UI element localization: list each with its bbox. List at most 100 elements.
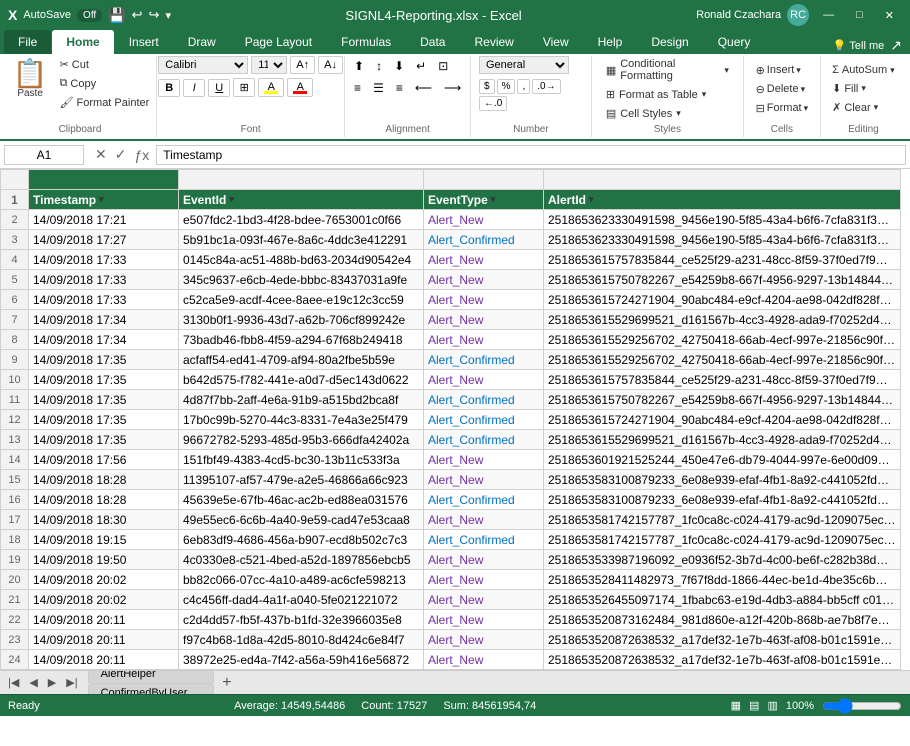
timestamp-cell[interactable]: 14/09/2018 17:27: [29, 230, 179, 250]
alertid-cell[interactable]: 2518653615529256702_42750418-66ab-4ecf-9…: [544, 350, 901, 370]
close-button[interactable]: ✕: [877, 7, 902, 24]
increase-indent-button[interactable]: ⟶: [439, 78, 466, 98]
number-format-select[interactable]: General: [479, 56, 569, 74]
eventid-cell[interactable]: 96672782-5293-485d-95b3-666dfa42402a: [179, 430, 424, 450]
alertid-filter-button[interactable]: ▾: [589, 194, 594, 205]
eventid-cell[interactable]: acfaff54-ed41-4709-af94-80a2fbe5b59e: [179, 350, 424, 370]
new-sheet-button[interactable]: +: [216, 674, 237, 692]
eventtype-cell[interactable]: Alert_New: [424, 450, 544, 470]
maximize-button[interactable]: □: [848, 7, 871, 23]
font-family-select[interactable]: Calibri: [158, 56, 248, 74]
timestamp-cell[interactable]: 14/09/2018 17:35: [29, 370, 179, 390]
timestamp-cell[interactable]: 14/09/2018 18:28: [29, 490, 179, 510]
eventid-cell[interactable]: 4d87f7bb-2aff-4e6a-91b9-a515bd2bca8f: [179, 390, 424, 410]
eventtype-cell[interactable]: Alert_New: [424, 310, 544, 330]
alertid-cell[interactable]: 2518653533987196092_e0936f52-3b7d-4c00-b…: [544, 550, 901, 570]
confirm-formula-button[interactable]: ✓: [112, 146, 130, 163]
decrease-font-button[interactable]: A↓: [318, 56, 343, 74]
border-button[interactable]: ⊞: [233, 78, 255, 97]
undo-icon[interactable]: ↩: [132, 7, 143, 23]
align-right-button[interactable]: ≡: [391, 78, 408, 98]
cell-reference-input[interactable]: [4, 145, 84, 165]
timestamp-cell[interactable]: 14/09/2018 17:33: [29, 270, 179, 290]
header-eventid[interactable]: EventId▾: [179, 190, 424, 210]
eventid-cell[interactable]: 4c0330e8-c521-4bed-a52d-1897856ebcb5: [179, 550, 424, 570]
insert-button[interactable]: ⊕ Insert ▾: [750, 62, 807, 79]
eventid-cell[interactable]: f97c4b68-1d8a-42d5-8010-8d424c6e84f7: [179, 630, 424, 650]
zoom-slider[interactable]: [822, 698, 902, 714]
eventid-cell[interactable]: 11395107-af57-479e-a2e5-46866a66c923: [179, 470, 424, 490]
timestamp-cell[interactable]: 14/09/2018 17:21: [29, 210, 179, 230]
eventtype-cell[interactable]: Alert_New: [424, 250, 544, 270]
eventtype-cell[interactable]: Alert_New: [424, 610, 544, 630]
delete-button[interactable]: ⊖ Delete ▾: [750, 81, 812, 98]
format-button[interactable]: ⊟ Format ▾: [750, 100, 815, 117]
col-header-c[interactable]: [424, 170, 544, 190]
eventid-cell[interactable]: b642d575-f782-441e-a0d7-d5ec143d0622: [179, 370, 424, 390]
timestamp-cell[interactable]: 14/09/2018 19:50: [29, 550, 179, 570]
autosum-button[interactable]: ΣAutoSum▾: [826, 62, 901, 78]
alertid-cell[interactable]: 2518653615529256702_42750418-66ab-4ecf-9…: [544, 330, 901, 350]
eventtype-cell[interactable]: Alert_Confirmed: [424, 230, 544, 250]
eventid-cell[interactable]: 3130b0f1-9936-43d7-a62b-706cf899242e: [179, 310, 424, 330]
col-header-d[interactable]: [544, 170, 901, 190]
share-button[interactable]: ↗: [890, 37, 902, 54]
eventid-cell[interactable]: 345c9637-e6cb-4ede-bbbc-83437031a9fe: [179, 270, 424, 290]
decrease-decimal-button[interactable]: ←.0: [479, 96, 507, 111]
alertid-cell[interactable]: 2518653615750782267_e54259b8-667f-4956-9…: [544, 390, 901, 410]
timestamp-cell[interactable]: 14/09/2018 17:34: [29, 330, 179, 350]
comma-button[interactable]: ,: [517, 79, 530, 94]
timestamp-cell[interactable]: 14/09/2018 20:11: [29, 650, 179, 670]
tab-insert[interactable]: Insert: [115, 30, 173, 54]
conditional-formatting-button[interactable]: ▦ Conditional Formatting ▾: [600, 56, 735, 84]
timestamp-cell[interactable]: 14/09/2018 18:30: [29, 510, 179, 530]
alertid-cell[interactable]: 2518653601921525244_450e47e6-db79-4044-9…: [544, 450, 901, 470]
eventtype-cell[interactable]: Alert_New: [424, 650, 544, 670]
eventid-cell[interactable]: 73badb46-fbb8-4f59-a294-67f68b249418: [179, 330, 424, 350]
sheet-tab-alerthelper[interactable]: AlertHelper: [88, 670, 215, 683]
next-sheet-button[interactable]: ▶: [44, 675, 60, 690]
eventtype-cell[interactable]: Alert_Confirmed: [424, 390, 544, 410]
wrap-text-button[interactable]: ↵: [411, 56, 431, 76]
align-middle-button[interactable]: ↕: [371, 56, 387, 76]
clear-button[interactable]: ✗Clear▾: [826, 99, 884, 116]
tab-data[interactable]: Data: [406, 30, 459, 54]
eventid-cell[interactable]: c2d4dd57-fb5f-437b-b1fd-32e3966035e8: [179, 610, 424, 630]
page-layout-view-button[interactable]: ▤: [749, 699, 759, 712]
align-center-button[interactable]: ☰: [368, 78, 389, 98]
eventid-cell[interactable]: 49e55ec6-6c6b-4a40-9e59-cad47e53caa8: [179, 510, 424, 530]
bold-button[interactable]: B: [158, 79, 180, 97]
eventid-cell[interactable]: 0145c84a-ac51-488b-bd63-2034d90542e4: [179, 250, 424, 270]
paste-button[interactable]: 📋 Paste: [7, 56, 54, 103]
header-timestamp[interactable]: Timestamp▾: [29, 190, 179, 210]
alertid-cell[interactable]: 2518653615724271904_90abc484-e9cf-4204-a…: [544, 410, 901, 430]
col-header-b[interactable]: [179, 170, 424, 190]
increase-decimal-button[interactable]: .0→: [532, 79, 560, 94]
timestamp-cell[interactable]: 14/09/2018 17:35: [29, 430, 179, 450]
sheet-tab-confirmedbyuser[interactable]: ConfirmedByUser: [88, 683, 215, 695]
font-size-select[interactable]: 11: [251, 56, 287, 74]
tab-design[interactable]: Design: [637, 30, 702, 54]
insert-function-button[interactable]: ƒx: [131, 147, 152, 163]
cell-styles-button[interactable]: ▤ Cell Styles ▾: [600, 105, 687, 122]
increase-font-button[interactable]: A↑: [290, 56, 315, 74]
header-eventtype[interactable]: EventType▾: [424, 190, 544, 210]
align-left-button[interactable]: ≡: [349, 78, 366, 98]
alertid-cell[interactable]: 2518653581742157787_1fc0ca8c-c024-4179-a…: [544, 530, 901, 550]
first-sheet-button[interactable]: |◀: [4, 675, 23, 690]
tab-query[interactable]: Query: [704, 30, 765, 54]
alertid-cell[interactable]: 2518653615757835844_ce525f29-a231-48cc-8…: [544, 250, 901, 270]
format-as-table-button[interactable]: ⊞ Format as Table ▾: [600, 86, 712, 103]
timestamp-cell[interactable]: 14/09/2018 20:02: [29, 590, 179, 610]
alertid-cell[interactable]: 2518653615529699521_d161567b-4cc3-4928-a…: [544, 430, 901, 450]
timestamp-cell[interactable]: 14/09/2018 18:28: [29, 470, 179, 490]
align-bottom-button[interactable]: ⬇: [389, 56, 409, 76]
eventtype-cell[interactable]: Alert_New: [424, 570, 544, 590]
tab-page-layout[interactable]: Page Layout: [231, 30, 326, 54]
eventtype-cell[interactable]: Alert_Confirmed: [424, 350, 544, 370]
col-header-a[interactable]: [29, 170, 179, 190]
eventtype-cell[interactable]: Alert_Confirmed: [424, 490, 544, 510]
eventtype-cell[interactable]: Alert_New: [424, 370, 544, 390]
fill-button[interactable]: ⬇Fill▾: [826, 80, 872, 97]
alertid-cell[interactable]: 2518653583100879233_6e08e939-efaf-4fb1-8…: [544, 470, 901, 490]
